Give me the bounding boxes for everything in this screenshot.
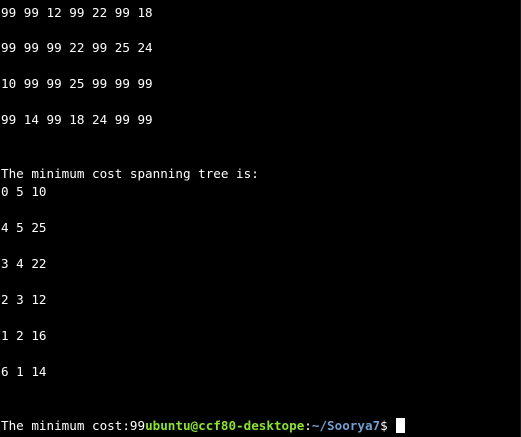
result-text: The minimum cost:99 bbox=[1, 418, 146, 433]
tree-edge: 0 5 10 bbox=[1, 184, 47, 199]
tree-edge: 4 5 25 bbox=[1, 220, 47, 235]
tree-heading: The minimum cost spanning tree is: bbox=[1, 166, 259, 181]
text-cursor bbox=[396, 418, 406, 433]
matrix-row: 99 99 99 22 99 25 24 bbox=[1, 40, 153, 55]
prompt-user: ubuntu@ccf80-desktope bbox=[145, 418, 305, 433]
tree-edge: 3 4 22 bbox=[1, 256, 47, 271]
prompt-separator: : bbox=[304, 418, 312, 433]
terminal-window[interactable]: 99 99 12 99 22 99 18 99 99 99 22 99 25 2… bbox=[0, 0, 521, 437]
prompt-path: ~/Soorya7 bbox=[311, 418, 381, 433]
prompt-symbol: $ bbox=[380, 418, 396, 433]
tree-edge: 6 1 14 bbox=[1, 364, 47, 379]
matrix-row: 99 14 99 18 24 99 99 bbox=[1, 112, 153, 127]
command-line[interactable]: The minimum cost:99ubuntu@ccf80-desktope… bbox=[1, 418, 406, 433]
matrix-row: 10 99 99 25 99 99 99 bbox=[1, 76, 153, 91]
tree-edge: 1 2 16 bbox=[1, 328, 47, 343]
matrix-row: 99 99 12 99 22 99 18 bbox=[1, 5, 153, 20]
tree-edge: 2 3 12 bbox=[1, 292, 47, 307]
